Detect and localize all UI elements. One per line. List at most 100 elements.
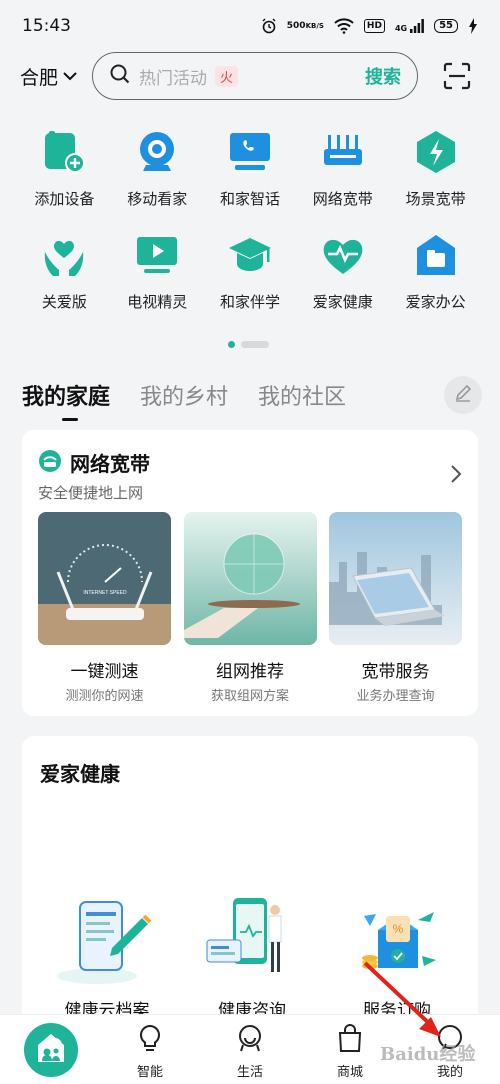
broadband-card-header[interactable]: 网络宽带 bbox=[38, 448, 150, 477]
func-label: 场景宽带 bbox=[405, 190, 466, 208]
page-dot bbox=[241, 341, 269, 348]
office-folder-icon bbox=[412, 231, 460, 279]
func-care-edition[interactable]: 关爱版 bbox=[18, 231, 111, 312]
broadband-item-desc: 获取组网方案 bbox=[210, 689, 289, 704]
page-indicator bbox=[228, 341, 269, 348]
router-icon bbox=[319, 128, 367, 176]
search-row: 合肥 热门活动 火 搜索 bbox=[0, 50, 500, 102]
broadband-item-desc: 测测你的网速 bbox=[65, 689, 144, 704]
graduation-cap-icon bbox=[226, 231, 274, 279]
broadband-item-name: 宽带服务 bbox=[361, 662, 430, 682]
health-consultation-illustration bbox=[197, 896, 307, 986]
search-button[interactable]: 搜索 bbox=[365, 63, 401, 89]
func-label: 爱家健康 bbox=[312, 293, 373, 311]
tab-my-village[interactable]: 我的乡村 bbox=[140, 379, 228, 411]
tab-my-community[interactable]: 我的社区 bbox=[258, 379, 346, 411]
hd-badge: HD bbox=[363, 19, 385, 33]
func-smart-phone[interactable]: 和家智话 bbox=[204, 128, 297, 209]
search-icon bbox=[109, 63, 131, 89]
bulb-icon bbox=[136, 1023, 164, 1057]
func-label: 网络宽带 bbox=[312, 190, 373, 208]
edit-button[interactable] bbox=[444, 376, 482, 414]
nav-label: 生活 bbox=[236, 1065, 263, 1080]
func-mobile-home[interactable]: 移动看家 bbox=[111, 128, 204, 209]
func-label: 关爱版 bbox=[41, 293, 87, 311]
nav-item-mall[interactable]: 商城 bbox=[320, 1023, 380, 1080]
search-input[interactable]: 热门活动 火 搜索 bbox=[92, 52, 418, 100]
status-bar: 15:43 500 KB/S HD 4G 55 bbox=[0, 0, 500, 52]
nav-item-smart[interactable]: 智能 bbox=[120, 1023, 180, 1080]
service-order-illustration: % bbox=[342, 896, 452, 986]
func-study-companion[interactable]: 和家伴学 bbox=[204, 231, 297, 312]
city-selector[interactable]: 合肥 bbox=[20, 63, 92, 90]
tab-my-family[interactable]: 我的家庭 bbox=[22, 379, 110, 421]
home-tabs: 我的家庭 我的乡村 我的社区 bbox=[22, 370, 482, 421]
func-broadband[interactable]: 网络宽带 bbox=[296, 128, 389, 209]
func-add-device[interactable]: 添加设备 bbox=[18, 128, 111, 209]
net-speed-value: 500 bbox=[286, 20, 306, 31]
broadband-card-subtitle: 安全便捷地上网 bbox=[38, 484, 144, 502]
nav-home-button[interactable] bbox=[24, 1023, 78, 1077]
func-label: 添加设备 bbox=[34, 190, 95, 208]
health-card: 爱家健康 健康云档案 健康咨询 % 服务订购 bbox=[22, 736, 478, 1036]
net-speed: 500 KB/S bbox=[286, 20, 324, 31]
broadband-item-desc: 业务办理查询 bbox=[356, 689, 435, 704]
health-item-service-order[interactable]: % 服务订购 bbox=[332, 896, 462, 1021]
home-icon bbox=[34, 1031, 68, 1069]
watermark: Baidu经验 bbox=[380, 1044, 476, 1065]
search-placeholder: 热门活动 bbox=[139, 68, 207, 89]
broadband-items: INTERNET SPEED 一键测速 测测你的网速 组网推荐 获取组网方案 宽… bbox=[38, 512, 462, 704]
charging-icon bbox=[468, 18, 478, 34]
func-home-health[interactable]: 爱家健康 bbox=[296, 231, 389, 312]
broadband-card-title: 网络宽带 bbox=[70, 452, 150, 476]
function-grid: 添加设备 移动看家 和家智话 网络宽带 场景宽带 关爱版 电视精灵 和家伴学 爱… bbox=[18, 128, 482, 312]
hot-badge: 火 bbox=[215, 65, 239, 87]
speed-test-image: INTERNET SPEED bbox=[38, 512, 171, 645]
pencil-icon bbox=[453, 383, 473, 407]
broadband-card: 网络宽带 安全便捷地上网 INTERNET SPEED 一键测速 测测你的网速 bbox=[22, 430, 478, 716]
scan-icon[interactable] bbox=[442, 61, 472, 91]
nav-item-life[interactable]: 生活 bbox=[220, 1023, 280, 1080]
network-recommend-image bbox=[183, 512, 317, 645]
signal-label: 4G bbox=[394, 24, 408, 33]
alarm-icon bbox=[261, 18, 277, 34]
broadband-icon bbox=[38, 449, 62, 477]
tv-icon bbox=[133, 231, 181, 279]
chevron-down-icon bbox=[62, 65, 78, 87]
broadband-item-network-recommend[interactable]: 组网推荐 获取组网方案 bbox=[183, 512, 317, 704]
svg-text:%: % bbox=[393, 922, 404, 936]
battery-indicator: 55 bbox=[434, 19, 458, 33]
broadband-item-name: 一键测速 bbox=[70, 662, 139, 682]
camera-icon bbox=[133, 128, 181, 176]
net-speed-unit: KB/S bbox=[305, 21, 324, 30]
city-label: 合肥 bbox=[20, 66, 59, 89]
add-device-icon bbox=[40, 128, 88, 176]
speed-test-image-text: INTERNET SPEED bbox=[83, 590, 127, 596]
health-items: 健康云档案 健康咨询 % 服务订购 bbox=[42, 896, 462, 1021]
wifi-icon bbox=[334, 18, 354, 34]
health-card-title: 爱家健康 bbox=[40, 762, 120, 786]
func-label: 和家智话 bbox=[219, 190, 280, 208]
func-label: 移动看家 bbox=[127, 190, 188, 208]
smile-icon bbox=[235, 1023, 265, 1057]
heart-pulse-icon bbox=[319, 231, 367, 279]
broadband-service-image bbox=[329, 512, 462, 645]
status-time: 15:43 bbox=[22, 16, 71, 36]
signal-icon: 4G bbox=[395, 19, 424, 33]
chevron-right-icon[interactable] bbox=[450, 464, 462, 488]
broadband-item-name: 组网推荐 bbox=[216, 662, 284, 682]
nav-label: 智能 bbox=[136, 1065, 163, 1080]
func-label: 和家伴学 bbox=[219, 293, 280, 311]
func-tv-genie[interactable]: 电视精灵 bbox=[111, 231, 204, 312]
health-item-cloud-record[interactable]: 健康云档案 bbox=[42, 896, 172, 1021]
broadband-item-speed-test[interactable]: INTERNET SPEED 一键测速 测测你的网速 bbox=[38, 512, 171, 704]
func-label: 电视精灵 bbox=[127, 293, 188, 311]
func-scene-broadband[interactable]: 场景宽带 bbox=[389, 128, 482, 209]
func-home-office[interactable]: 爱家办公 bbox=[389, 231, 482, 312]
nav-label: 商城 bbox=[336, 1065, 363, 1080]
health-record-illustration bbox=[52, 896, 162, 986]
lightning-icon bbox=[412, 128, 460, 176]
health-item-consultation[interactable]: 健康咨询 bbox=[187, 896, 317, 1021]
func-label: 爱家办公 bbox=[405, 293, 466, 311]
broadband-item-service[interactable]: 宽带服务 业务办理查询 bbox=[329, 512, 462, 704]
